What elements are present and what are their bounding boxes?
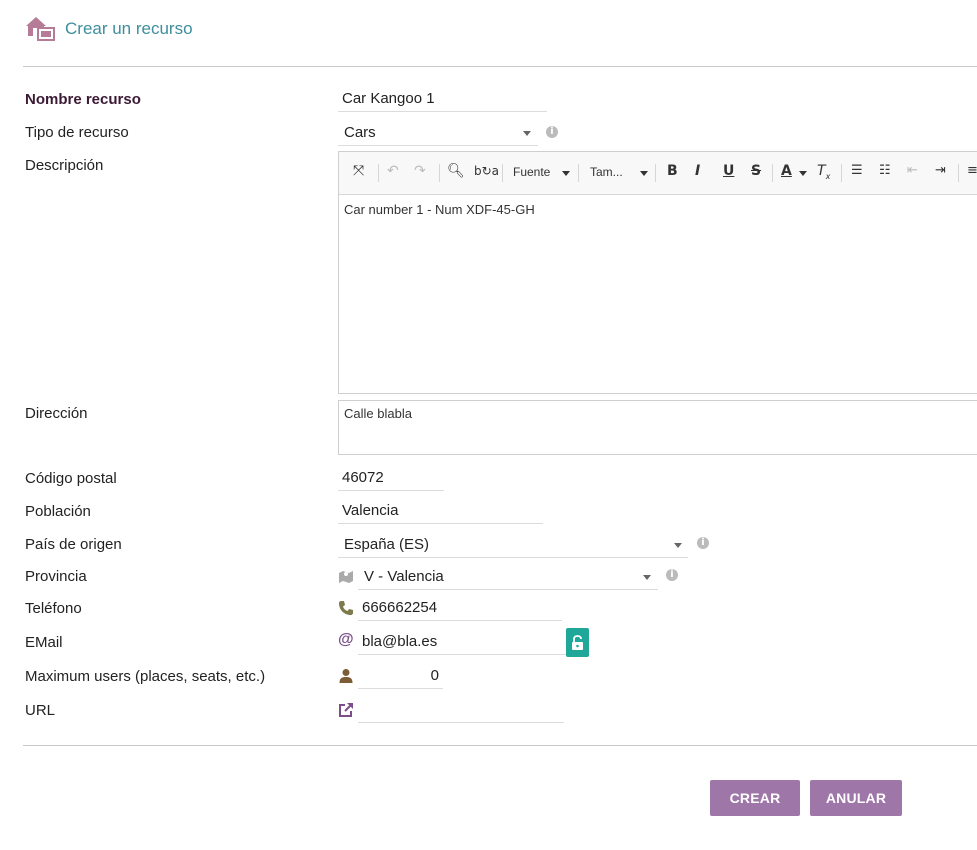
url-label: URL [25, 702, 56, 719]
poblacion-label: Población [25, 503, 91, 520]
toolbar-separator [439, 164, 440, 182]
pais-value: España (ES) [344, 536, 430, 553]
direccion-textarea[interactable]: Calle blabla [338, 400, 977, 455]
maximize-icon[interactable]: ⤧ [353, 163, 364, 179]
telefono-input[interactable] [358, 596, 562, 621]
tipo-select[interactable]: Cars [338, 119, 538, 146]
underline-icon[interactable]: U [723, 163, 734, 179]
replace-icon[interactable]: b↻a [474, 164, 499, 178]
bulleted-list-icon[interactable]: ☷ [879, 163, 891, 178]
chevron-down-icon [523, 131, 531, 136]
size-select[interactable]: Tam... [590, 165, 623, 179]
toolbar-separator [958, 164, 959, 182]
outdent-icon[interactable]: ⇤ [907, 163, 918, 178]
pais-select[interactable]: España (ES) [338, 531, 688, 558]
top-divider [23, 66, 977, 67]
pais-label: País de origen [25, 536, 122, 553]
bold-icon[interactable]: B [667, 163, 678, 179]
phone-icon [339, 601, 353, 615]
search-icon[interactable]: 🔍︎ [447, 163, 465, 179]
chevron-down-icon [640, 171, 648, 176]
create-button[interactable]: CREAR [710, 780, 800, 816]
nombre-input[interactable] [338, 87, 547, 112]
page-title: Crear un recurso [65, 19, 193, 38]
text-color-icon[interactable]: A [781, 163, 792, 179]
descripcion-label: Descripción [25, 157, 104, 174]
indent-icon[interactable]: ⇥ [935, 163, 946, 178]
toolbar-separator [841, 164, 842, 182]
max-users-input[interactable] [358, 664, 443, 689]
toolbar-separator [772, 164, 773, 182]
info-icon: i [666, 569, 678, 581]
poblacion-input[interactable] [338, 499, 543, 524]
cancel-button[interactable]: ANULAR [810, 780, 902, 816]
clear-format-icon[interactable]: Tx [817, 163, 830, 181]
building-icon [26, 17, 55, 41]
tipo-value: Cars [344, 124, 376, 141]
provincia-select[interactable]: V - Valencia [358, 563, 658, 590]
max-users-label: Maximum users (places, seats, etc.) [25, 668, 266, 685]
lock-button[interactable] [566, 628, 589, 657]
editor-toolbar: ⤧ ↶ ↷ 🔍︎ b↻a Fuente Tam... B I U S A Tx … [339, 152, 977, 195]
strikethrough-icon[interactable]: S [751, 163, 761, 179]
provincia-value: V - Valencia [364, 568, 444, 585]
info-icon: i [546, 126, 558, 138]
nombre-label: Nombre recurso [25, 91, 141, 108]
info-icon: i [697, 537, 709, 549]
at-icon: @ [338, 631, 354, 648]
provincia-label: Provincia [25, 568, 87, 585]
map-icon [339, 571, 353, 583]
toolbar-separator [578, 164, 579, 182]
codigo-postal-label: Código postal [25, 470, 117, 487]
chevron-down-icon [562, 171, 570, 176]
toolbar-separator [378, 164, 379, 182]
italic-icon[interactable]: I [695, 163, 700, 179]
toolbar-separator [655, 164, 656, 182]
direccion-value: Calle blabla [344, 406, 412, 421]
tipo-label: Tipo de recurso [25, 124, 129, 141]
direccion-label: Dirección [25, 405, 88, 422]
ordered-list-icon[interactable]: ☰ [851, 163, 863, 178]
chevron-down-icon [799, 171, 807, 176]
bottom-divider [23, 745, 977, 746]
chevron-down-icon [643, 575, 651, 580]
font-select[interactable]: Fuente [513, 165, 550, 179]
editor-content[interactable]: Car number 1 - Num XDF-45-GH [344, 202, 535, 217]
description-editor[interactable]: ⤧ ↶ ↷ 🔍︎ b↻a Fuente Tam... B I U S A Tx … [338, 151, 977, 394]
external-link-icon [339, 703, 353, 717]
redo-icon[interactable]: ↷ [414, 163, 426, 179]
align-icon[interactable]: ≡ [967, 163, 977, 178]
user-icon [339, 669, 353, 683]
email-input[interactable] [358, 630, 567, 655]
url-input[interactable] [358, 698, 564, 723]
toolbar-separator [502, 164, 503, 182]
lock-icon [572, 635, 583, 650]
telefono-label: Teléfono [25, 600, 82, 617]
codigo-postal-input[interactable] [338, 466, 444, 491]
email-label: EMail [25, 634, 63, 651]
chevron-down-icon [674, 543, 682, 548]
undo-icon[interactable]: ↶ [387, 163, 399, 179]
